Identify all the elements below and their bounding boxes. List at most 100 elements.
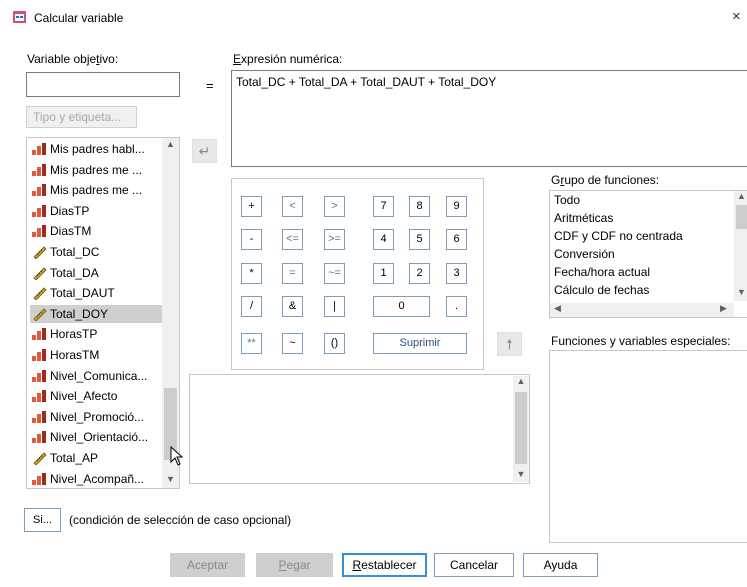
- variable-list-item[interactable]: Nivel_Comunica...: [30, 367, 164, 385]
- equals-sign: =: [206, 78, 214, 93]
- variable-list-item[interactable]: Nivel_Promoció...: [30, 408, 164, 426]
- key-not-equal[interactable]: ~=: [324, 263, 345, 284]
- key-less-equal[interactable]: <=: [282, 229, 303, 250]
- key-power[interactable]: **: [241, 333, 262, 354]
- help-button[interactable]: Ayuda: [523, 553, 598, 577]
- key-multiply[interactable]: *: [241, 263, 262, 284]
- variable-list-item[interactable]: HorasTP: [30, 325, 164, 343]
- key-8[interactable]: 8: [409, 196, 430, 217]
- variable-name: DiasTP: [50, 203, 90, 218]
- accept-button[interactable]: Aceptar: [170, 553, 245, 577]
- if-condition-button[interactable]: Si...: [24, 508, 61, 532]
- variable-name: Nivel_Orientació...: [50, 430, 149, 445]
- scroll-down-icon[interactable]: ▼: [162, 474, 179, 484]
- function-group-item[interactable]: Fecha/hora actual: [554, 265, 650, 279]
- function-description: ▲ ▼: [189, 374, 530, 484]
- variable-list-item[interactable]: Total_DC: [30, 243, 164, 261]
- variable-list-item[interactable]: DiasTM: [30, 222, 164, 240]
- key-divide[interactable]: /: [241, 296, 262, 317]
- key-decimal[interactable]: .: [446, 296, 467, 317]
- variable-list-item[interactable]: Nivel_Orientació...: [30, 428, 164, 446]
- title-bar: Calcular variable ×: [0, 0, 747, 36]
- variable-list-item[interactable]: Mis padres me ...: [30, 181, 164, 199]
- variable-name: HorasTP: [50, 327, 98, 342]
- arrow-up-icon: 🠕: [506, 336, 513, 352]
- variable-list-item[interactable]: Total_DOY: [30, 304, 164, 323]
- variable-list-item[interactable]: Total_DA: [30, 264, 164, 282]
- key-parentheses[interactable]: (): [324, 333, 345, 354]
- key-less-than[interactable]: <: [282, 196, 303, 217]
- special-functions-list[interactable]: [549, 350, 747, 543]
- scroll-down-icon[interactable]: ▼: [513, 469, 529, 479]
- scrollbar-thumb[interactable]: [515, 392, 527, 464]
- expression-text: Total_DC + Total_DA + Total_DAUT + Total…: [236, 75, 497, 89]
- scroll-down-icon[interactable]: ▼: [734, 287, 747, 297]
- key-1[interactable]: 1: [373, 263, 394, 284]
- variable-list-item[interactable]: Nivel_Afecto: [30, 387, 164, 405]
- nominal-bars-icon: [32, 328, 46, 341]
- function-group-list[interactable]: Todo Aritméticas CDF y CDF no centrada Conv…: [549, 190, 747, 318]
- scale-ruler-icon: [33, 246, 47, 259]
- function-group-item[interactable]: Todo: [554, 193, 580, 207]
- scroll-left-icon[interactable]: ◀: [554, 303, 561, 314]
- reset-button[interactable]: Restablecer: [342, 553, 427, 577]
- function-group-item[interactable]: Aritméticas: [554, 211, 613, 225]
- key-minus[interactable]: -: [241, 229, 262, 250]
- variable-list-item[interactable]: Total_AP: [30, 449, 164, 467]
- nominal-bars-icon: [32, 410, 46, 423]
- delete-button[interactable]: Suprimir: [373, 333, 467, 354]
- insert-function-button[interactable]: 🠕: [497, 332, 522, 356]
- variable-list-item[interactable]: HorasTM: [30, 346, 164, 364]
- key-and[interactable]: &: [282, 296, 303, 317]
- description-scrollbar[interactable]: ▲ ▼: [513, 376, 529, 482]
- expression-input[interactable]: Total_DC + Total_DA + Total_DAUT + Total…: [231, 70, 747, 167]
- variable-name: Mis padres habl...: [50, 142, 145, 156]
- key-3[interactable]: 3: [446, 263, 467, 284]
- key-9[interactable]: 9: [446, 196, 467, 217]
- move-variable-button[interactable]: ↵: [192, 139, 217, 163]
- function-group-hscrollbar[interactable]: ◀ ▶: [550, 303, 734, 317]
- key-or[interactable]: |: [324, 296, 345, 317]
- key-not[interactable]: ~: [282, 333, 303, 354]
- key-equals[interactable]: =: [282, 263, 303, 284]
- type-label-button[interactable]: Tipo y etiqueta...: [26, 106, 137, 128]
- arrow-return-icon: ↵: [198, 143, 211, 159]
- variable-list-item[interactable]: DiasTP: [30, 202, 164, 220]
- mouse-cursor-icon: [170, 446, 184, 466]
- key-4[interactable]: 4: [373, 229, 394, 250]
- variable-list-item[interactable]: Mis padres habl...: [30, 140, 164, 158]
- cancel-button[interactable]: Cancelar: [434, 553, 514, 577]
- key-5[interactable]: 5: [409, 229, 430, 250]
- scroll-up-icon[interactable]: ▲: [513, 376, 529, 386]
- scroll-up-icon[interactable]: ▲: [734, 191, 747, 201]
- variable-list-item[interactable]: Mis padres me ...: [30, 161, 164, 179]
- variable-list-item[interactable]: Nivel_Acompañ...: [30, 470, 164, 488]
- key-greater-than[interactable]: >: [324, 196, 345, 217]
- target-variable-input[interactable]: [26, 72, 180, 97]
- variable-name: Nivel_Promoció...: [50, 409, 145, 424]
- nominal-bars-icon: [32, 349, 46, 361]
- close-icon[interactable]: ×: [732, 8, 741, 25]
- function-group-item[interactable]: CDF y CDF no centrada: [554, 229, 683, 243]
- nominal-bars-icon: [32, 472, 46, 485]
- key-2[interactable]: 2: [409, 263, 430, 284]
- variable-name: Nivel_Afecto: [50, 389, 118, 404]
- function-group-item[interactable]: Conversión: [554, 247, 615, 261]
- function-group-scrollbar[interactable]: ▲ ▼: [734, 191, 747, 301]
- nominal-bars-icon: [32, 390, 46, 403]
- key-6[interactable]: 6: [446, 229, 467, 250]
- key-greater-equal[interactable]: >=: [324, 229, 345, 250]
- variable-list[interactable]: Mis padres habl... Mis padres me ... Mis p…: [26, 137, 180, 489]
- variable-list-item[interactable]: Total_DAUT: [30, 284, 164, 302]
- key-plus[interactable]: +: [241, 196, 262, 217]
- variable-list-scrollbar[interactable]: ▲ ▼: [162, 138, 179, 488]
- scroll-right-icon[interactable]: ▶: [720, 303, 727, 314]
- function-group-item[interactable]: Cálculo de fechas: [554, 283, 649, 297]
- function-group-label: Grupo de funciones:: [551, 173, 660, 187]
- scrollbar-thumb[interactable]: [736, 205, 747, 229]
- scroll-up-icon[interactable]: ▲: [162, 139, 179, 149]
- nominal-bars-icon: [32, 204, 46, 217]
- key-0[interactable]: 0: [373, 296, 430, 317]
- key-7[interactable]: 7: [373, 196, 394, 217]
- paste-button[interactable]: Pegar: [256, 553, 333, 577]
